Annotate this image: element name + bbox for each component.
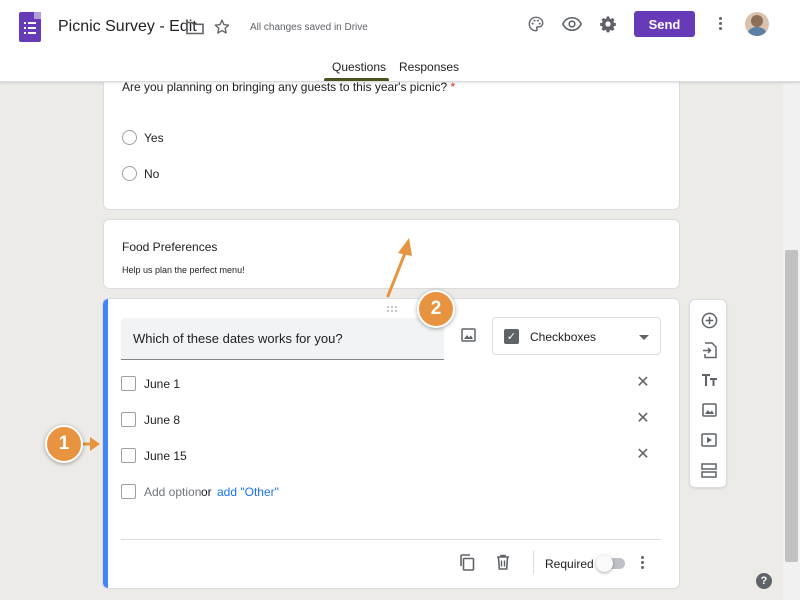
tab-responses[interactable]: Responses (399, 60, 459, 74)
option-checkbox[interactable] (121, 412, 136, 427)
or-label: or (201, 485, 212, 499)
add-option-checkbox (121, 484, 136, 499)
option-checkbox[interactable] (121, 448, 136, 463)
more-vert-icon[interactable] (719, 17, 723, 30)
help-icon[interactable]: ? (756, 573, 772, 589)
remove-option-icon[interactable]: ✕ (635, 411, 651, 427)
radio-no[interactable] (122, 166, 137, 181)
delete-icon[interactable] (494, 553, 512, 571)
callout-badge-2: 2 (417, 290, 455, 328)
add-title-icon[interactable] (699, 370, 719, 390)
save-status: All changes saved in Drive (250, 22, 368, 33)
floating-toolbar (689, 299, 727, 488)
scrollbar-thumb[interactable] (785, 250, 798, 562)
section-card[interactable] (103, 219, 680, 289)
import-questions-icon[interactable] (699, 340, 719, 360)
gear-icon[interactable] (598, 14, 618, 34)
remove-option-icon[interactable]: ✕ (635, 447, 651, 463)
document-title[interactable]: Picnic Survey - Edit (58, 18, 197, 36)
more-options-icon[interactable] (641, 556, 645, 569)
radio-yes[interactable] (122, 130, 137, 145)
add-other-link[interactable]: add "Other" (217, 485, 279, 499)
callout-badge-1: 1 (45, 425, 83, 463)
add-image-icon[interactable] (699, 400, 719, 420)
tab-questions[interactable]: Questions (332, 60, 386, 74)
section-title: Food Preferences (122, 240, 218, 254)
footer-vertical-divider (533, 551, 534, 575)
option-label: No (144, 167, 160, 181)
folder-icon[interactable] (185, 18, 205, 36)
checkbox-type-icon: ✓ (504, 329, 519, 344)
question-type-dropdown[interactable]: ✓ Checkboxes (492, 317, 661, 355)
top-bar: Picnic Survey - Edit All changes saved i… (0, 0, 800, 82)
option-label: Yes (144, 131, 164, 145)
option-input-june-15[interactable]: June 15 (144, 449, 187, 463)
send-button[interactable]: Send (634, 11, 695, 37)
add-image-icon[interactable] (459, 327, 477, 343)
question-title-input[interactable]: Which of these dates works for you? (121, 318, 444, 360)
add-option-button[interactable]: Add option (144, 485, 201, 499)
palette-icon[interactable] (526, 14, 546, 34)
option-input-june-8[interactable]: June 8 (144, 413, 180, 427)
card-footer-divider (121, 539, 661, 540)
add-section-icon[interactable] (699, 460, 719, 480)
tab-bar: Questions Responses (0, 58, 800, 82)
add-video-icon[interactable] (699, 430, 719, 450)
avatar[interactable] (745, 12, 769, 36)
required-label: Required (545, 557, 594, 571)
active-tab-indicator (324, 78, 389, 81)
option-input-june-1[interactable]: June 1 (144, 377, 180, 391)
remove-option-icon[interactable]: ✕ (635, 375, 651, 391)
caret-down-icon (639, 335, 649, 340)
star-icon[interactable] (212, 17, 232, 37)
question-type-label: Checkboxes (530, 330, 597, 344)
section-description: Help us plan the perfect menu! (122, 265, 245, 275)
question-title-text: Which of these dates works for you? (133, 331, 343, 346)
eye-icon[interactable] (561, 14, 583, 34)
add-question-icon[interactable] (699, 310, 719, 330)
duplicate-icon[interactable] (458, 553, 476, 571)
question-title: Are you planning on bringing any guests … (122, 80, 456, 94)
forms-logo-icon[interactable] (19, 12, 41, 42)
required-toggle-thumb[interactable] (596, 555, 613, 572)
drag-handle-icon[interactable] (386, 305, 398, 312)
active-indicator-bar (103, 299, 108, 588)
option-checkbox[interactable] (121, 376, 136, 391)
